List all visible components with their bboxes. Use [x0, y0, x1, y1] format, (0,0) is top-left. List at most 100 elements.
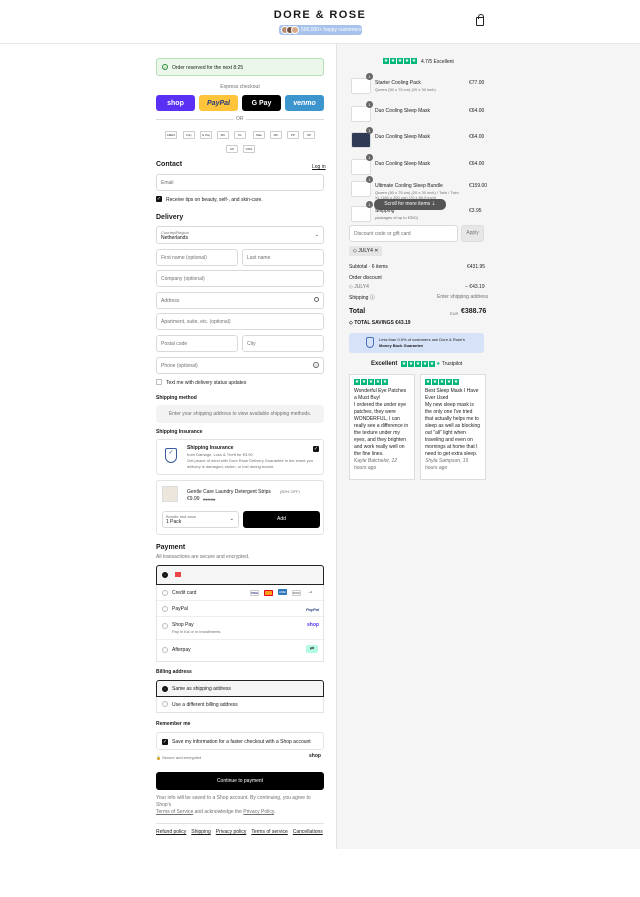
- scroll-hint[interactable]: Scroll for more items ⇣: [374, 199, 446, 210]
- total-value: €388.76: [461, 308, 487, 315]
- payment-radio[interactable]: [162, 623, 168, 629]
- cart-item-price: €3.95: [469, 208, 482, 214]
- cancellations-link[interactable]: Cancellations: [293, 829, 323, 835]
- chevron-down-icon: ⌄: [314, 232, 319, 238]
- secure-text: Secure and encrypted: [162, 755, 202, 760]
- google-pay-button[interactable]: G Pay: [242, 95, 281, 111]
- privacy-link[interactable]: Privacy Policy: [243, 809, 274, 815]
- cart-item-image: [351, 132, 371, 148]
- discount-code-field[interactable]: Discount code or gift card: [349, 225, 458, 242]
- country-value: Netherlands: [161, 235, 188, 241]
- shopping-bag-icon[interactable]: [476, 14, 484, 26]
- sms-checkbox[interactable]: [156, 379, 162, 385]
- insurance-checkbox[interactable]: ✓: [313, 446, 319, 452]
- address-field[interactable]: Address: [156, 292, 324, 309]
- newsletter-checkbox[interactable]: ✓: [156, 196, 162, 202]
- payment-option-paypal[interactable]: PayPal PayPal: [157, 601, 323, 617]
- country-select[interactable]: Country/Region Netherlands ⌄: [156, 226, 324, 244]
- cart-item-name: Ultimate Cooling Sleep Bundle: [375, 183, 443, 189]
- rating-stars: ★ ★ ★ ★ ★: [383, 58, 417, 64]
- bundle-select-value: 1 Pack: [166, 519, 182, 525]
- payment-option-credit-card[interactable]: Credit card VISA AMEX DISC +4: [157, 585, 323, 601]
- subtotal-value: €431.95: [467, 264, 486, 270]
- billing-radio[interactable]: [162, 701, 168, 707]
- postal-code-field[interactable]: Postal code: [156, 335, 238, 352]
- guarantee-line: Less than 0.5% of customers use Dore & R…: [379, 337, 465, 342]
- payment-radio[interactable]: [162, 606, 168, 612]
- cart-item-qty: 1: [366, 154, 373, 161]
- payment-methods-list: Credit card VISA AMEX DISC +4 PayPal Pay…: [156, 585, 324, 662]
- cart-item-variant: Queen (50 x 75 cm) (20 x 30 inch): [375, 87, 436, 92]
- remove-discount-icon[interactable]: ✕: [374, 248, 378, 254]
- login-link[interactable]: Log in: [312, 164, 326, 170]
- email-field[interactable]: Email: [156, 174, 324, 191]
- help-icon[interactable]: ⓘ: [370, 295, 375, 301]
- shipping-label: Shipping: [349, 295, 369, 301]
- apply-discount-button[interactable]: Apply: [461, 225, 484, 242]
- bundle-select[interactable]: Bundle and save 1 Pack ⌄: [162, 511, 239, 528]
- venmo-button[interactable]: venmo: [285, 95, 324, 111]
- continue-to-payment-button[interactable]: Continue to payment: [156, 772, 324, 790]
- payment-brand-icon: Pay: [183, 131, 195, 139]
- remember-me-card: ✓ Save my information for a faster check…: [156, 732, 324, 750]
- shipping-method-placeholder: Enter your shipping address to view avai…: [156, 405, 324, 423]
- first-name-field[interactable]: First name (optional): [156, 249, 238, 266]
- payment-radio[interactable]: [162, 572, 168, 578]
- secure-note: 🔒 Secure and encrypted: [156, 755, 202, 760]
- guarantee-line: Money Back Guarantee: [379, 343, 424, 348]
- upsell-card: Gentle Care Laundry Detergent Strips (50…: [156, 480, 324, 535]
- last-name-field[interactable]: Last name: [242, 249, 324, 266]
- remember-me-title: Remember me: [156, 721, 191, 727]
- brand-logo[interactable]: DORE & ROSE: [0, 9, 640, 21]
- payment-radio[interactable]: [162, 647, 168, 653]
- company-field[interactable]: Company (optional): [156, 270, 324, 287]
- add-upsell-button[interactable]: Add: [243, 511, 320, 528]
- cart-item-name: Duo Cooling Sleep Mask: [375, 108, 431, 114]
- payment-radio[interactable]: [162, 590, 168, 596]
- contact-title: Contact: [156, 161, 183, 168]
- trustpilot-brand: Trustpilot: [441, 361, 463, 367]
- payment-option-selected[interactable]: [156, 565, 324, 585]
- paypal-button[interactable]: PayPal: [199, 95, 238, 111]
- payment-brand-icon: Mae: [253, 131, 265, 139]
- privacy-policy-link[interactable]: Privacy policy: [216, 829, 247, 835]
- legal-text: Your info will be saved to a Shop accoun…: [156, 795, 311, 815]
- payment-method-label: Afterpay: [172, 647, 191, 653]
- payment-brand-icon: VISA: [243, 145, 255, 153]
- payment-option-shop-pay[interactable]: Shop Pay Pay in full or in installments …: [157, 617, 323, 640]
- billing-different-option[interactable]: Use a different billing address: [156, 697, 324, 713]
- remember-checkbox[interactable]: ✓: [162, 739, 168, 745]
- city-field[interactable]: City: [242, 335, 324, 352]
- review-body: My new sleep mask is the only one I've t…: [425, 402, 481, 457]
- header: DORE & ROSE 500,000+ happy customers: [0, 0, 640, 44]
- visa-icon: VISA: [250, 590, 259, 596]
- payment-option-afterpay[interactable]: Afterpay ⇄: [157, 640, 323, 661]
- billing-radio[interactable]: [162, 686, 168, 692]
- discount-tag-code: JULY4: [358, 248, 373, 254]
- happy-customers-badge: 500,000+ happy customers: [279, 25, 362, 35]
- cart-item-price: €64.00: [469, 134, 485, 140]
- payment-brand-icon: SP: [303, 131, 315, 139]
- legal-line: Your info will be saved to a Shop accoun…: [156, 795, 311, 808]
- divider: [156, 119, 234, 120]
- terms-link[interactable]: Terms of Service: [156, 809, 193, 815]
- terms-of-service-link[interactable]: Terms of service: [251, 829, 287, 835]
- phone-field[interactable]: Phone (optional) ?: [156, 357, 324, 374]
- billing-same-option[interactable]: Same as shipping address: [156, 680, 324, 697]
- refund-policy-link[interactable]: Refund policy: [156, 829, 186, 835]
- payment-brand-icon: MC: [270, 131, 282, 139]
- reservation-text: Order reserved for the next 8:25: [172, 65, 244, 71]
- shipping-insurance-card[interactable]: ✓ Shipping Insurance from Damage, Loss &…: [156, 439, 324, 475]
- shipping-link[interactable]: Shipping: [191, 829, 210, 835]
- mastercard-icon: [264, 590, 273, 596]
- review-author: Shyla Sampson, 15 hours ago: [425, 458, 469, 471]
- cart-item-image: [351, 159, 371, 175]
- apartment-field[interactable]: Apartment, suite, etc. (optional): [156, 313, 324, 330]
- paypal-logo: PayPal: [306, 607, 320, 612]
- payment-brand-icon: UP: [226, 145, 238, 153]
- delivery-title: Delivery: [156, 214, 184, 221]
- help-icon[interactable]: ?: [313, 362, 319, 368]
- shield-icon: [366, 337, 374, 348]
- address-placeholder: Address: [161, 297, 180, 304]
- shop-pay-button[interactable]: shop: [156, 95, 195, 111]
